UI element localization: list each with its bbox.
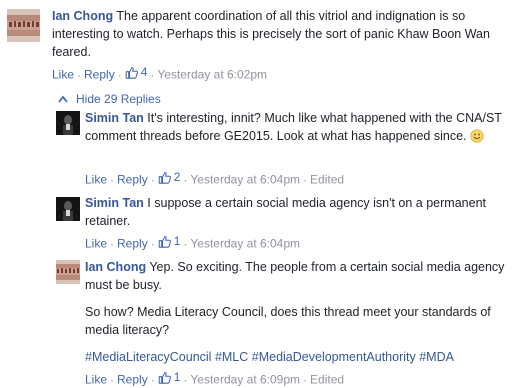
reply-actions: Like · Reply · 1 · Yesterday at 6:04pm bbox=[85, 233, 301, 251]
hide-replies-toggle[interactable]: Hide 29 Replies bbox=[58, 91, 161, 107]
reply-timestamp[interactable]: Yesterday at 6:09pm bbox=[190, 373, 300, 387]
like-button[interactable]: Like bbox=[85, 373, 107, 387]
like-count[interactable]: 4 bbox=[125, 64, 147, 80]
comment-ian-chong-1: Ian Chong The apparent coordination of a… bbox=[0, 0, 525, 88]
hide-replies-label: Hide 29 Replies bbox=[76, 92, 161, 106]
comment-body: Ian Chong The apparent coordination of a… bbox=[52, 7, 512, 61]
reply-text: It's interesting, innit? Much like what … bbox=[85, 111, 502, 143]
like-button[interactable]: Like bbox=[52, 68, 74, 82]
reply-button[interactable]: Reply bbox=[84, 68, 115, 82]
hashtag-link[interactable]: #MediaLiteracyCouncil bbox=[85, 350, 211, 364]
like-button[interactable]: Like bbox=[85, 173, 107, 187]
avatar[interactable] bbox=[56, 260, 80, 284]
reply-author[interactable]: Simin Tan bbox=[85, 111, 144, 125]
hashtag-link[interactable]: #MediaDevelopmentAuthority bbox=[252, 350, 416, 364]
reply-simin-tan-2: Simin Tan I suppose a certain social med… bbox=[0, 194, 525, 251]
reply-body: Simin Tan I suppose a certain social med… bbox=[85, 194, 515, 230]
thumbs-up-icon bbox=[158, 171, 171, 184]
reply-text-2: So how? Media Literacy Council, does thi… bbox=[85, 305, 491, 337]
caret-up-icon bbox=[58, 95, 68, 103]
reply-author[interactable]: Ian Chong bbox=[85, 260, 146, 274]
reply-ian-chong: Ian Chong Yep. So exciting. The people f… bbox=[0, 258, 525, 387]
like-count[interactable]: 2 bbox=[158, 169, 180, 185]
comment-timestamp[interactable]: Yesterday at 6:02pm bbox=[157, 68, 267, 82]
reply-timestamp[interactable]: Yesterday at 6:04pm bbox=[190, 173, 300, 187]
avatar[interactable] bbox=[56, 197, 80, 221]
like-count[interactable]: 1 bbox=[158, 369, 180, 385]
reply-text: I suppose a certain social media agency … bbox=[85, 196, 486, 228]
hashtag-link[interactable]: #MDA bbox=[419, 350, 454, 364]
edited-label[interactable]: Edited bbox=[310, 373, 344, 387]
comment-author[interactable]: Ian Chong bbox=[52, 9, 113, 23]
edited-label[interactable]: Edited bbox=[310, 173, 344, 187]
reply-body: Ian Chong Yep. So exciting. The people f… bbox=[85, 258, 515, 366]
like-button[interactable]: Like bbox=[85, 237, 107, 251]
thumbs-up-icon bbox=[125, 66, 138, 79]
reply-actions: Like · Reply · 1 · Yesterday at 6:09pm · Edited bbox=[85, 369, 345, 387]
thumbs-up-icon bbox=[158, 235, 171, 248]
reply-timestamp[interactable]: Yesterday at 6:04pm bbox=[190, 237, 300, 251]
reply-text-1: Yep. So exciting. The people from a cert… bbox=[85, 260, 505, 292]
avatar[interactable] bbox=[7, 9, 40, 42]
smiley-emoji-icon bbox=[470, 129, 484, 143]
reply-body: Simin Tan It's interesting, innit? Much … bbox=[85, 109, 515, 145]
reply-actions: Like · Reply · 2 · Yesterday at 6:04pm · Edited bbox=[85, 169, 345, 187]
comment-actions: Like · Reply · 4 · Yesterday at 6:02pm bbox=[52, 64, 268, 82]
reply-simin-tan-1: Simin Tan It's interesting, innit? Much … bbox=[0, 108, 525, 188]
like-count[interactable]: 1 bbox=[158, 233, 180, 249]
hashtag-link[interactable]: #MLC bbox=[215, 350, 248, 364]
thumbs-up-icon bbox=[158, 371, 171, 384]
reply-button[interactable]: Reply bbox=[117, 237, 148, 251]
comment-text: The apparent coordination of all this vi… bbox=[52, 9, 490, 59]
hashtags: #MediaLiteracyCouncil #MLC #MediaDevelop… bbox=[85, 348, 515, 366]
reply-button[interactable]: Reply bbox=[117, 173, 148, 187]
avatar[interactable] bbox=[56, 111, 80, 135]
reply-author[interactable]: Simin Tan bbox=[85, 196, 144, 210]
reply-button[interactable]: Reply bbox=[117, 373, 148, 387]
